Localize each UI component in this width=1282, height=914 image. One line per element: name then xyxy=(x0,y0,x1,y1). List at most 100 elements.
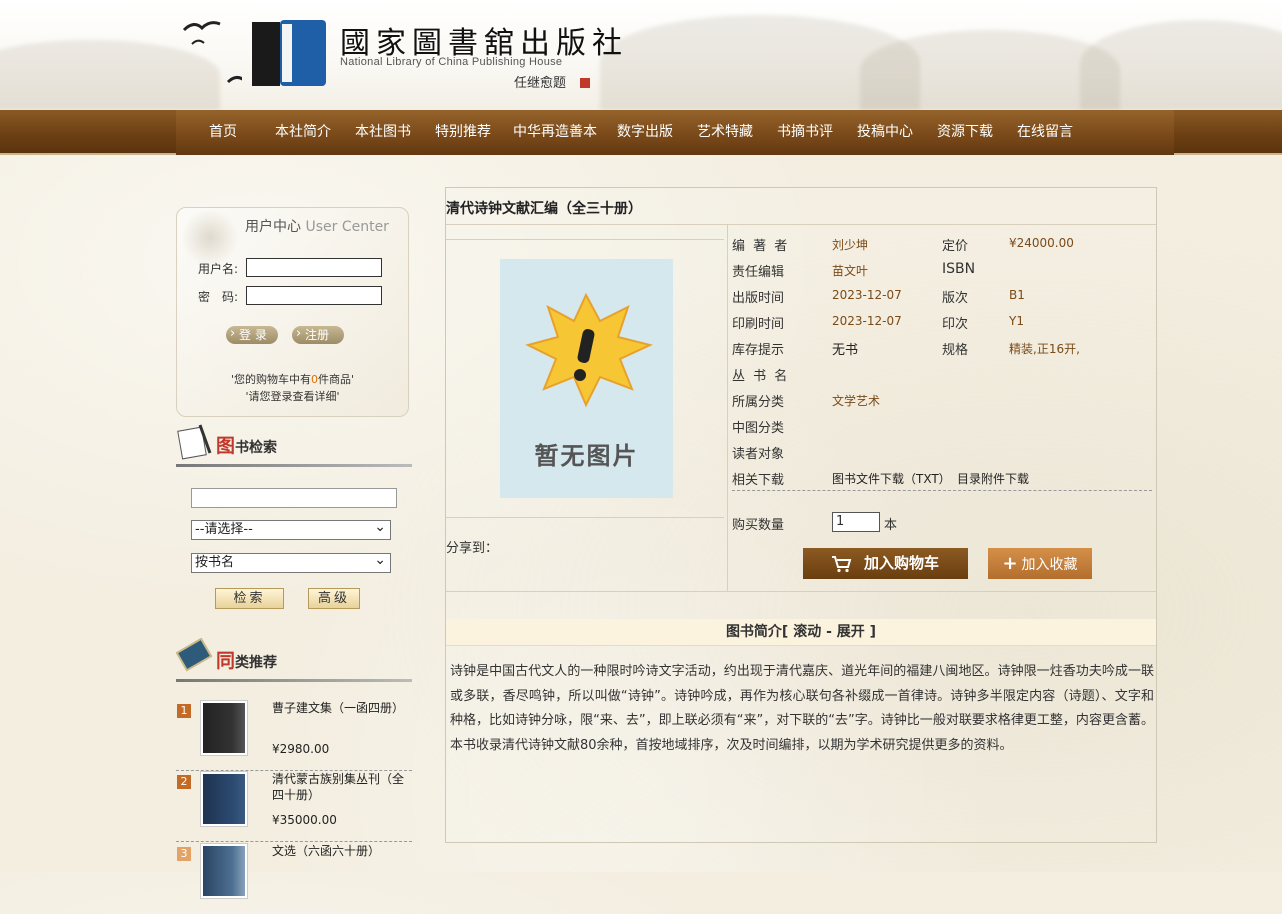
book-cover[interactable] xyxy=(200,843,248,899)
user-center-title-en: User Center xyxy=(305,219,389,235)
list-item[interactable]: 1 曹子建文集（一函四册） ¥2980.00 xyxy=(176,700,412,771)
add-to-cart-label: 加入购物车 xyxy=(863,554,939,572)
search-button[interactable]: 检索 xyxy=(215,588,284,609)
author-label: 编 著 者 xyxy=(732,239,790,254)
mountain-decor xyxy=(1080,20,1282,110)
cart-count: 0 xyxy=(311,373,318,386)
nav-item-digital[interactable]: 数字出版 xyxy=(614,110,676,155)
category-value[interactable]: 文学艺术 xyxy=(832,392,880,409)
birds-icon xyxy=(182,21,245,84)
spec-label: 规格 xyxy=(942,343,969,358)
recommend-header: 同类推荐 xyxy=(176,638,412,682)
cart-icon xyxy=(832,556,852,573)
cart-note-line1: '您的购物车中有0件商品' xyxy=(176,371,409,388)
stock-value: 无书 xyxy=(832,343,859,358)
seal-icon xyxy=(580,78,590,88)
divider xyxy=(446,224,1156,225)
main-nav: 首页 本社简介 本社图书 特别推荐 中华再造善本 数字出版 艺术特藏 书摘书评 … xyxy=(0,110,1282,155)
nav-item-art[interactable]: 艺术特藏 xyxy=(694,110,756,155)
divider xyxy=(176,464,412,467)
book-search-title-big: 图 xyxy=(216,435,236,457)
logo-signature: 任继愈题 xyxy=(514,76,567,91)
print-date-value: 2023-12-07 xyxy=(832,314,902,328)
nav-item-featured[interactable]: 特别推荐 xyxy=(432,110,494,155)
book-price: ¥2980.00 xyxy=(272,742,330,756)
nav-item-about[interactable]: 本社简介 xyxy=(272,110,334,155)
password-input[interactable] xyxy=(246,286,382,305)
cart-note-suffix: 件商品' xyxy=(318,373,355,386)
nav-bar: 首页 本社简介 本社图书 特别推荐 中华再造善本 数字出版 艺术特藏 书摘书评 … xyxy=(176,110,1174,155)
nav-item-rare-books[interactable]: 中华再造善本 xyxy=(510,110,600,155)
download-txt-link[interactable]: 图书文件下载（TXT） xyxy=(832,470,951,487)
editor-label: 责任编辑 xyxy=(732,265,785,280)
add-to-cart-button[interactable]: 加入购物车 xyxy=(803,548,968,579)
rank-badge: 1 xyxy=(177,704,191,718)
book-search-title: 图书检索 xyxy=(216,431,277,458)
field-select[interactable]: 按书名 xyxy=(191,551,391,573)
book-name[interactable]: 文选（六函六十册） xyxy=(272,843,412,859)
book-price: ¥35000.00 xyxy=(272,813,337,827)
recommend-title: 同类推荐 xyxy=(216,646,277,673)
audience-label: 读者对象 xyxy=(732,447,785,462)
author-value[interactable]: 刘少坤 xyxy=(832,236,868,253)
intro-title[interactable]: 图书简介[ 滚动 - 展开 ] xyxy=(446,619,1156,646)
category-label: 所属分类 xyxy=(732,395,785,410)
qty-label: 购买数量 xyxy=(732,518,785,533)
download-label: 相关下载 xyxy=(732,473,785,488)
cart-note-line2: '请您登录查看详细' xyxy=(245,390,340,403)
login-button[interactable]: 登 录 xyxy=(226,325,278,344)
print-date-label: 印刷时间 xyxy=(732,317,785,332)
book-logo-icon xyxy=(252,20,326,86)
edition-value: B1 xyxy=(1009,288,1025,302)
book-search-title-rest: 书检索 xyxy=(235,440,278,456)
no-image-text: 暂无图片 xyxy=(534,442,639,470)
user-center-title: 用户中心 User Center xyxy=(245,216,389,236)
logo-mark[interactable] xyxy=(252,20,326,88)
nav-item-downloads[interactable]: 资源下载 xyxy=(934,110,996,155)
logo-english-name: National Library of China Publishing Hou… xyxy=(340,56,563,68)
printing-value: Y1 xyxy=(1009,314,1024,328)
book-icon xyxy=(176,638,213,672)
spec-value: 精装,正16开, xyxy=(1009,342,1080,356)
nav-item-home[interactable]: 首页 xyxy=(200,110,246,155)
book-name[interactable]: 曹子建文集（一函四册） xyxy=(272,700,412,716)
download-attachment-link[interactable]: 目录附件下载 xyxy=(957,470,1029,487)
pub-date-value: 2023-12-07 xyxy=(832,288,902,302)
site-header: 國家圖書舘出版社 National Library of China Publi… xyxy=(0,0,1282,110)
clc-label: 中图分类 xyxy=(732,421,785,436)
paper-pen-icon xyxy=(177,424,212,460)
pub-date-label: 出版时间 xyxy=(732,291,785,306)
nav-item-message[interactable]: 在线留言 xyxy=(1014,110,1076,155)
book-search-header: 图书检索 xyxy=(176,423,412,467)
keyword-input[interactable] xyxy=(191,488,397,508)
price-value: ¥24000.00 xyxy=(1009,236,1074,250)
isbn-label: ISBN xyxy=(942,261,976,277)
price-label: 定价 xyxy=(942,239,969,254)
series-label: 丛 书 名 xyxy=(732,369,790,384)
username-input[interactable] xyxy=(246,258,382,277)
book-name[interactable]: 清代蒙古族别集丛刊（全四十册） xyxy=(272,771,412,803)
book-cover[interactable] xyxy=(200,700,248,756)
register-button[interactable]: 注册 xyxy=(292,325,344,344)
nav-item-books[interactable]: 本社图书 xyxy=(352,110,414,155)
printing-label: 印次 xyxy=(942,317,969,332)
list-item[interactable]: 3 文选（六函六十册） xyxy=(176,843,412,914)
share-label: 分享到： xyxy=(446,541,499,556)
add-to-favorites-button[interactable]: + 加入收藏 xyxy=(988,548,1092,579)
plus-icon: + xyxy=(1002,553,1018,574)
rank-badge: 3 xyxy=(177,847,191,861)
divider xyxy=(446,591,1156,592)
birds-decor xyxy=(182,18,245,98)
nav-item-submission[interactable]: 投稿中心 xyxy=(854,110,916,155)
category-select[interactable]: --请选择-- xyxy=(191,518,391,540)
quantity-input[interactable]: 1 xyxy=(832,512,880,532)
cart-note: '您的购物车中有0件商品' '请您登录查看详细' xyxy=(176,371,409,405)
nav-item-reviews[interactable]: 书摘书评 xyxy=(774,110,836,155)
stock-label: 库存提示 xyxy=(732,343,785,358)
divider xyxy=(727,225,728,591)
divider xyxy=(732,490,1152,491)
list-item[interactable]: 2 清代蒙古族别集丛刊（全四十册） ¥35000.00 xyxy=(176,771,412,842)
book-cover[interactable] xyxy=(200,771,248,827)
recommend-title-rest: 类推荐 xyxy=(235,655,278,671)
advanced-search-button[interactable]: 高级 xyxy=(308,588,360,609)
